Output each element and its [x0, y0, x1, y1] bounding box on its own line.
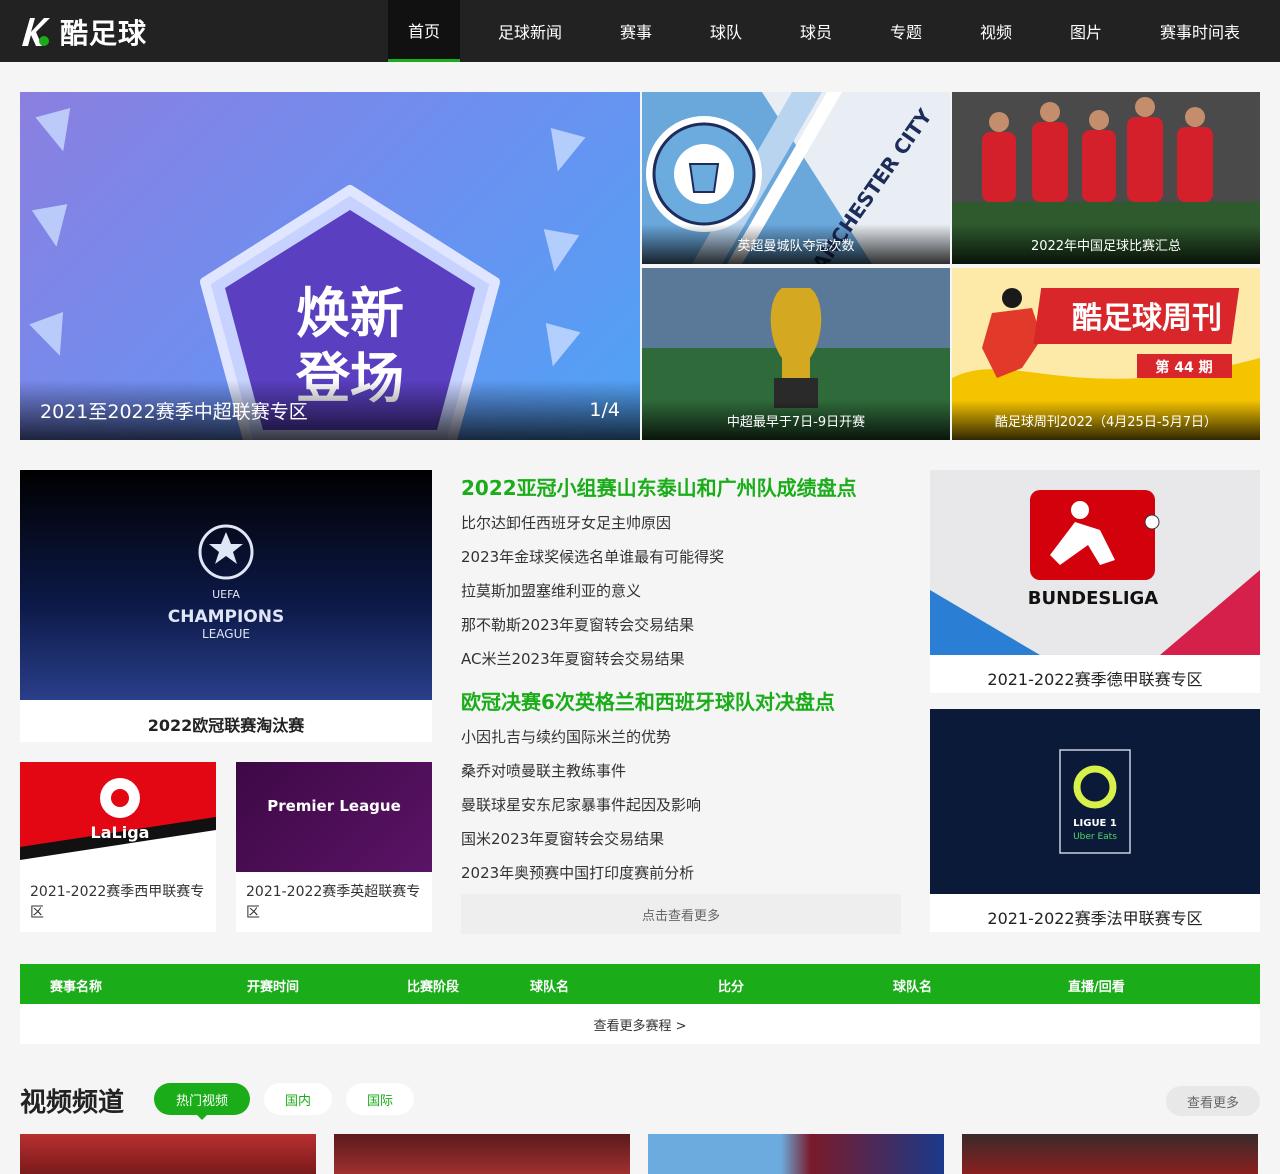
- news-item[interactable]: 曼联球星安东尼家暴事件起因及影响: [461, 788, 901, 822]
- card-bundesliga[interactable]: BUNDESLIGA 2021-2022赛季德甲联赛专区: [930, 470, 1260, 693]
- tile-caption: 2022年中国足球比赛汇总: [952, 224, 1260, 264]
- nav-topics[interactable]: 专题: [852, 0, 960, 62]
- decor-triangle: [540, 128, 586, 176]
- news-item[interactable]: 2023年金球奖候选名单谁最有可能得奖: [461, 540, 901, 574]
- col-header: 比赛阶段: [407, 980, 460, 995]
- hero-art-text: 焕新: [296, 282, 404, 345]
- news-item[interactable]: 小因扎吉与续约国际米兰的优势: [461, 720, 901, 754]
- epl-art: Premier League: [236, 762, 432, 872]
- card-epl[interactable]: Premier League 2021-2022赛季英超联赛专区: [236, 762, 432, 932]
- news-item[interactable]: 国米2023年夏窗转会交易结果: [461, 822, 901, 856]
- bundesliga-art: BUNDESLIGA: [930, 470, 1260, 655]
- epl-logo-art: Premier League: [267, 797, 401, 815]
- tab-international[interactable]: 国际: [346, 1083, 414, 1115]
- laliga-logo-art: LaLiga: [20, 778, 216, 872]
- nav-home[interactable]: 首页: [388, 0, 460, 62]
- ligue1-logo-art: LIGUE 1 Uber Eats: [1059, 749, 1131, 854]
- card-laliga[interactable]: LaLiga 2021-2022赛季西甲联赛专区: [20, 762, 216, 932]
- epl-art-text: Premier League: [267, 797, 401, 815]
- decor-triangle: [535, 323, 581, 371]
- news-list: 2022亚冠小组赛山东泰山和广州队成绩盘点 比尔达卸任西班牙女足主帅原因 202…: [461, 470, 901, 890]
- news-item[interactable]: 拉莫斯加盟塞维利亚的意义: [461, 574, 901, 608]
- card-label: 2021-2022赛季德甲联赛专区: [987, 670, 1203, 689]
- tab-pointer-icon: [196, 1114, 208, 1120]
- nav-matches[interactable]: 赛事: [600, 0, 672, 62]
- hero-tile-man-city[interactable]: MANCHESTER CITY 英超曼城队夺冠次数: [642, 92, 950, 264]
- col-header: 球队名: [893, 980, 933, 995]
- news-headline[interactable]: 2022亚冠小组赛山东泰山和广州队成绩盘点: [461, 470, 901, 506]
- schedule-table: 赛事名称 开赛时间 比赛阶段 球队名 比分 球队名 直播/回看 查看更多赛程 >: [20, 964, 1260, 1044]
- card-ucl[interactable]: UEFA CHAMPIONS LEAGUE 2022欧冠联赛淘汰赛: [20, 470, 432, 742]
- tile-caption: 酷足球周刊2022（4月25日-5月7日）: [952, 400, 1260, 440]
- col-header: 球队名: [530, 980, 570, 995]
- hero-main-slide[interactable]: 焕新 登场 2021至2022赛季中超联赛专区 1/4: [20, 92, 640, 440]
- card-ligue1[interactable]: LIGUE 1 Uber Eats 2021-2022赛季法甲联赛专区: [930, 709, 1260, 932]
- nav-schedule[interactable]: 赛事时间表: [1140, 0, 1260, 62]
- ucl-art-text: CHAMPIONS: [168, 607, 285, 627]
- news-more-button[interactable]: 点击查看更多: [461, 894, 901, 934]
- card-label: 2022欧冠联赛淘汰赛: [147, 716, 305, 735]
- tile-caption: 英超曼城队夺冠次数: [642, 224, 950, 264]
- nav-news[interactable]: 足球新闻: [460, 0, 600, 62]
- hero-tile-csl-trophy[interactable]: 中超最早于7日-9日开赛: [642, 268, 950, 440]
- nav-teams[interactable]: 球队: [672, 0, 780, 62]
- tab-hot-videos[interactable]: 热门视频: [154, 1083, 250, 1115]
- ucl-art-text: LEAGUE: [202, 627, 250, 641]
- weekly-art-issue: 第 44 期: [1155, 359, 1212, 376]
- card-label: 2021-2022赛季法甲联赛专区: [987, 909, 1203, 928]
- news-headline[interactable]: 欧冠决赛6次英格兰和西班牙球队对决盘点: [461, 684, 901, 720]
- hero-tile-weekly[interactable]: 酷足球周刊 第 44 期 酷足球周刊2022（4月25日-5月7日）: [952, 268, 1260, 440]
- ligue1-art: LIGUE 1 Uber Eats: [930, 709, 1260, 894]
- bundesliga-logo-art: BUNDESLIGA: [930, 490, 1260, 655]
- col-header: 开赛时间: [247, 980, 300, 995]
- news-item[interactable]: AC米兰2023年夏窗转会交易结果: [461, 642, 901, 676]
- video-thumb[interactable]: [334, 1134, 630, 1174]
- hero-pager: 1/4: [589, 399, 620, 421]
- ligue1-art-text: Uber Eats: [1073, 832, 1117, 842]
- col-header: 直播/回看: [1068, 980, 1125, 995]
- news-item[interactable]: 那不勒斯2023年夏窗转会交易结果: [461, 608, 901, 642]
- site-name: 酷足球: [60, 17, 148, 50]
- col-header: 赛事名称: [50, 980, 103, 995]
- news-item[interactable]: 比尔达卸任西班牙女足主帅原因: [461, 506, 901, 540]
- tile-caption: 中超最早于7日-9日开赛: [642, 400, 950, 440]
- hero-caption: 2021至2022赛季中超联赛专区: [40, 400, 308, 423]
- ligue1-art-text: LIGUE 1: [1073, 818, 1117, 829]
- video-thumb[interactable]: [962, 1134, 1258, 1174]
- video-more-button[interactable]: 查看更多: [1166, 1086, 1260, 1116]
- hero-caption-bar: 2021至2022赛季中超联赛专区 1/4: [20, 380, 640, 440]
- schedule-header: 赛事名称 开赛时间 比赛阶段 球队名 比分 球队名 直播/回看: [20, 964, 1260, 1004]
- main-nav: 首页 足球新闻 赛事 球队 球员 专题 视频 图片 赛事时间表: [388, 0, 1260, 62]
- hero-banner: 焕新 登场 2021至2022赛季中超联赛专区 1/4 MANCHESTER C…: [20, 92, 1260, 440]
- ucl-art-text: UEFA: [212, 588, 240, 601]
- video-section-title: 视频频道: [20, 1088, 125, 1118]
- weekly-art-title: 酷足球周刊: [1072, 301, 1222, 336]
- logo-icon: [22, 18, 50, 46]
- decor-triangle: [31, 204, 75, 250]
- col-header: 比分: [718, 980, 745, 995]
- site-logo[interactable]: 酷足球: [20, 12, 147, 52]
- decor-triangle: [29, 312, 77, 362]
- decor-triangle: [35, 108, 81, 156]
- laliga-art-text: LaLiga: [91, 823, 150, 842]
- ucl-logo-art: UEFA CHAMPIONS LEAGUE: [168, 524, 285, 641]
- top-header: 酷足球 首页 足球新闻 赛事 球队 球员 专题 视频 图片 赛事时间表: [0, 0, 1280, 62]
- nav-photos[interactable]: 图片: [1032, 0, 1140, 62]
- news-item[interactable]: 桑乔对喷曼联主教练事件: [461, 754, 901, 788]
- hero-tile-china-team[interactable]: 2022年中国足球比赛汇总: [952, 92, 1260, 264]
- nav-videos[interactable]: 视频: [960, 0, 1032, 62]
- card-label: 2021-2022赛季英超联赛专区: [246, 884, 421, 921]
- ucl-art: UEFA CHAMPIONS LEAGUE: [20, 470, 432, 700]
- nav-players[interactable]: 球员: [780, 0, 852, 62]
- laliga-art: LaLiga: [20, 762, 216, 872]
- bundesliga-art-text: BUNDESLIGA: [1028, 588, 1159, 609]
- news-item[interactable]: 2023年奥预赛中国打印度赛前分析: [461, 856, 901, 890]
- decor-triangle: [536, 229, 580, 275]
- tab-domestic[interactable]: 国内: [264, 1083, 332, 1115]
- video-thumb[interactable]: [648, 1134, 944, 1174]
- card-label: 2021-2022赛季西甲联赛专区: [30, 884, 205, 921]
- video-thumb[interactable]: [20, 1134, 316, 1174]
- schedule-more-link[interactable]: 查看更多赛程 >: [20, 1004, 1260, 1044]
